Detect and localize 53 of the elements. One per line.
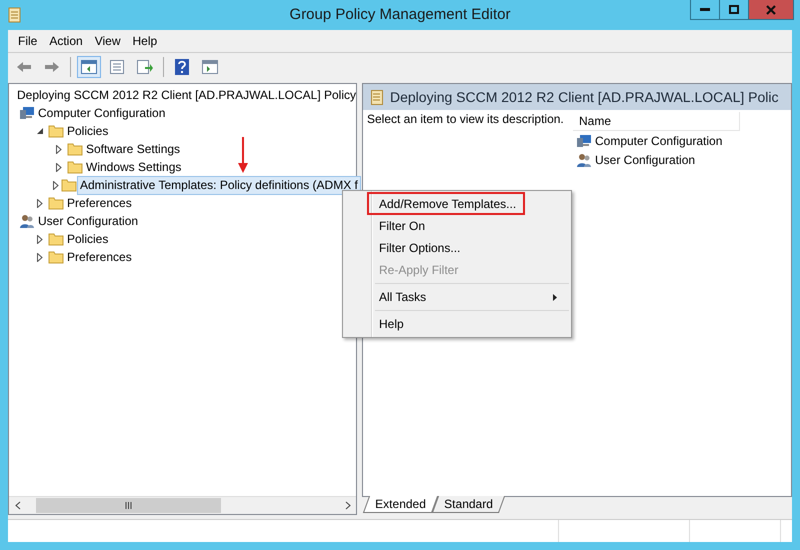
folder-icon (67, 160, 83, 174)
close-icon (766, 4, 776, 14)
left-chevron-icon (14, 501, 20, 510)
computer-icon (19, 105, 35, 121)
description-text: Select an item to view its description. (366, 112, 565, 128)
list-item[interactable]: User Configuration (595, 152, 696, 166)
users-icon (576, 152, 592, 168)
pane-title: Deploying SCCM 2012 R2 Client [AD.PRAJWAL.LOCAL] Polic (390, 89, 779, 105)
tree-item[interactable]: Policies (64, 230, 112, 248)
tree-item[interactable]: Policies (64, 122, 112, 140)
back-arrow-icon (16, 61, 32, 73)
column-header[interactable]: Name (573, 112, 740, 131)
minimize-button[interactable] (690, 0, 720, 20)
list-item[interactable]: Computer Configuration (595, 134, 722, 148)
tab[interactable]: Extended (362, 496, 438, 513)
menu-item[interactable]: View (88, 34, 126, 48)
folder-icon (61, 178, 77, 192)
tree-item[interactable]: Computer Configuration (35, 104, 168, 122)
menu-item[interactable]: Filter On (377, 217, 428, 235)
computer-icon (576, 132, 592, 148)
window-title: Group Policy Management Editor (290, 6, 510, 23)
policy-icon (371, 90, 384, 104)
right-chevron-icon (344, 501, 350, 510)
folder-icon (48, 232, 64, 246)
tree-item[interactable]: Software Settings (83, 140, 184, 158)
menu-item[interactable]: Add/Remove Templates... (377, 195, 518, 213)
app-icon (8, 7, 22, 23)
maximize-icon (729, 5, 739, 14)
tree-item[interactable]: Administrative Templates: Policy definitions (ADMX f (77, 176, 361, 194)
close-button[interactable] (748, 0, 794, 20)
folder-icon (48, 196, 64, 210)
folder-icon (67, 142, 83, 156)
menu-item[interactable]: All Tasks (377, 288, 428, 306)
tree-item[interactable]: Windows Settings (83, 158, 184, 176)
forward-arrow-icon (44, 61, 60, 73)
menu-item[interactable]: Help (126, 34, 164, 48)
folder-icon (48, 124, 64, 138)
minimize-icon (700, 8, 710, 11)
menu-item[interactable]: File (12, 34, 44, 48)
users-icon (19, 213, 35, 229)
tab[interactable]: Standard (432, 496, 505, 513)
scrollbar-thumb[interactable] (36, 498, 221, 513)
menu-item[interactable]: Help (377, 315, 406, 333)
tree-item[interactable]: Preferences (64, 248, 135, 266)
menu-item[interactable]: Filter Options... (377, 239, 462, 257)
annotation-arrow (238, 137, 248, 173)
tree-item[interactable]: User Configuration (35, 212, 142, 230)
tree-root-item[interactable]: Deploying SCCM 2012 R2 Client [AD.PRAJWAL.LOCAL] Policy (17, 88, 356, 102)
console-tree-button[interactable] (77, 56, 101, 78)
collapsed-arrow-icon[interactable] (53, 180, 59, 190)
tree-item[interactable]: Preferences (64, 194, 135, 212)
folder-icon (48, 250, 64, 264)
menu-item[interactable]: Action (43, 34, 89, 48)
